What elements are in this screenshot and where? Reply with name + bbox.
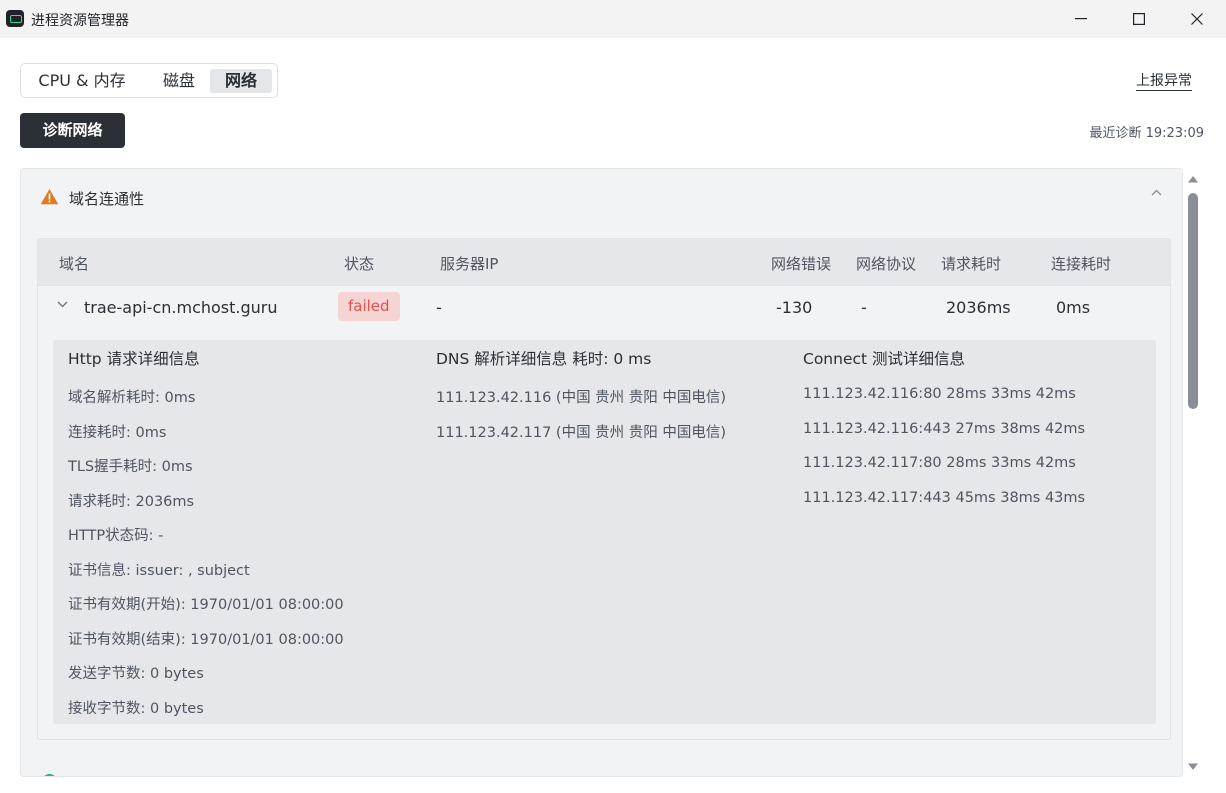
column-header-connect-time: 连接耗时 [1051, 255, 1112, 273]
connect-detail-line: 111.123.42.117:443 45ms 38ms 43ms [803, 490, 1086, 506]
section-title: 域名连通性 [69, 190, 145, 208]
last-diagnosis-time: 最近诊断 19:23:09 [1089, 126, 1204, 141]
cell-connect-time: 0ms [1056, 298, 1091, 317]
http-detail-line: 发送字节数: 0 bytes [68, 666, 204, 682]
chevron-up-icon[interactable] [1151, 189, 1162, 196]
minimize-button[interactable] [1052, 0, 1110, 38]
http-detail-line: 证书有效期(开始): 1970/01/01 08:00:00 [68, 597, 344, 613]
section-header[interactable]: 域名连通性 [21, 169, 1182, 225]
connect-detail-line: 111.123.42.116:443 27ms 38ms 42ms [803, 421, 1086, 437]
dns-detail-line: 111.123.42.117 (中国 贵州 贵阳 中国电信) [436, 425, 727, 441]
http-detail-line: HTTP状态码: - [68, 528, 164, 544]
http-detail-line: TLS握手耗时: 0ms [68, 459, 193, 475]
cell-server-ip: - [436, 298, 442, 317]
http-detail-line: 接收字节数: 0 bytes [68, 701, 204, 717]
http-detail-title: Http 请求详细信息 [68, 350, 200, 368]
column-header-domain: 域名 [59, 255, 90, 273]
view-tabs: CPU & 内存 磁盘 网络 [20, 63, 278, 98]
domain-table: 域名 状态 服务器IP 网络错误 网络协议 请求耗时 连接耗时 trae-api… [37, 238, 1171, 740]
minimize-icon [1075, 18, 1087, 20]
tab-disk[interactable]: 磁盘 [153, 69, 205, 93]
close-icon [1191, 13, 1203, 25]
http-detail-line: 请求耗时: 2036ms [68, 494, 195, 510]
column-header-network-error: 网络错误 [771, 255, 832, 273]
table-header: 域名 状态 服务器IP 网络错误 网络协议 请求耗时 连接耗时 [38, 239, 1170, 285]
status-badge: failed [338, 292, 400, 321]
row-detail-panel: Http 请求详细信息 域名解析耗时: 0ms 连接耗时: 0ms TLS握手耗… [53, 340, 1156, 724]
table-row[interactable]: trae-api-cn.mchost.guru failed - -130 - … [38, 285, 1170, 331]
column-header-server-ip: 服务器IP [440, 255, 499, 273]
app-icon [6, 10, 24, 27]
column-header-protocol: 网络协议 [856, 255, 917, 273]
scroll-up-arrow-icon[interactable] [1187, 174, 1199, 184]
success-status-icon [42, 774, 57, 776]
window-title: 进程资源管理器 [31, 13, 129, 29]
connect-detail-title: Connect 测试详细信息 [803, 350, 966, 368]
connect-detail-line: 111.123.42.116:80 28ms 33ms 42ms [803, 386, 1076, 402]
cell-protocol: - [861, 298, 867, 317]
report-issue-link[interactable]: 上报异常 [1136, 72, 1192, 91]
http-detail-line: 证书信息: issuer: , subject [68, 563, 250, 579]
cell-request-time: 2036ms [946, 298, 1011, 317]
diagnose-network-button[interactable]: 诊断网络 [20, 113, 125, 148]
http-detail-line: 连接耗时: 0ms [68, 425, 167, 441]
column-header-status: 状态 [344, 255, 375, 273]
dns-detail-title: DNS 解析详细信息 耗时: 0 ms [436, 350, 652, 368]
http-detail-line: 证书有效期(结束): 1970/01/01 08:00:00 [68, 632, 344, 648]
maximize-icon [1133, 13, 1145, 25]
tab-network[interactable]: 网络 [210, 69, 272, 93]
chevron-down-icon[interactable] [57, 301, 68, 308]
http-detail-line: 域名解析耗时: 0ms [68, 390, 196, 406]
connect-detail-line: 111.123.42.117:80 28ms 33ms 42ms [803, 455, 1076, 471]
column-header-request-time: 请求耗时 [941, 255, 1002, 273]
tab-cpu-memory[interactable]: CPU & 内存 [32, 69, 132, 93]
scroll-down-arrow-icon[interactable] [1187, 762, 1199, 772]
title-bar: 进程资源管理器 [0, 0, 1226, 38]
warning-icon [40, 189, 59, 205]
cell-network-error: -130 [776, 298, 813, 317]
domain-connectivity-panel: 域名连通性 域名 状态 服务器IP 网络错误 网络协议 请求耗时 连接耗时 tr… [20, 168, 1183, 777]
cell-domain: trae-api-cn.mchost.guru [84, 298, 278, 317]
scrollbar-thumb[interactable] [1188, 193, 1198, 409]
maximize-button[interactable] [1110, 0, 1168, 38]
close-button[interactable] [1168, 0, 1226, 38]
dns-detail-line: 111.123.42.116 (中国 贵州 贵阳 中国电信) [436, 390, 727, 406]
